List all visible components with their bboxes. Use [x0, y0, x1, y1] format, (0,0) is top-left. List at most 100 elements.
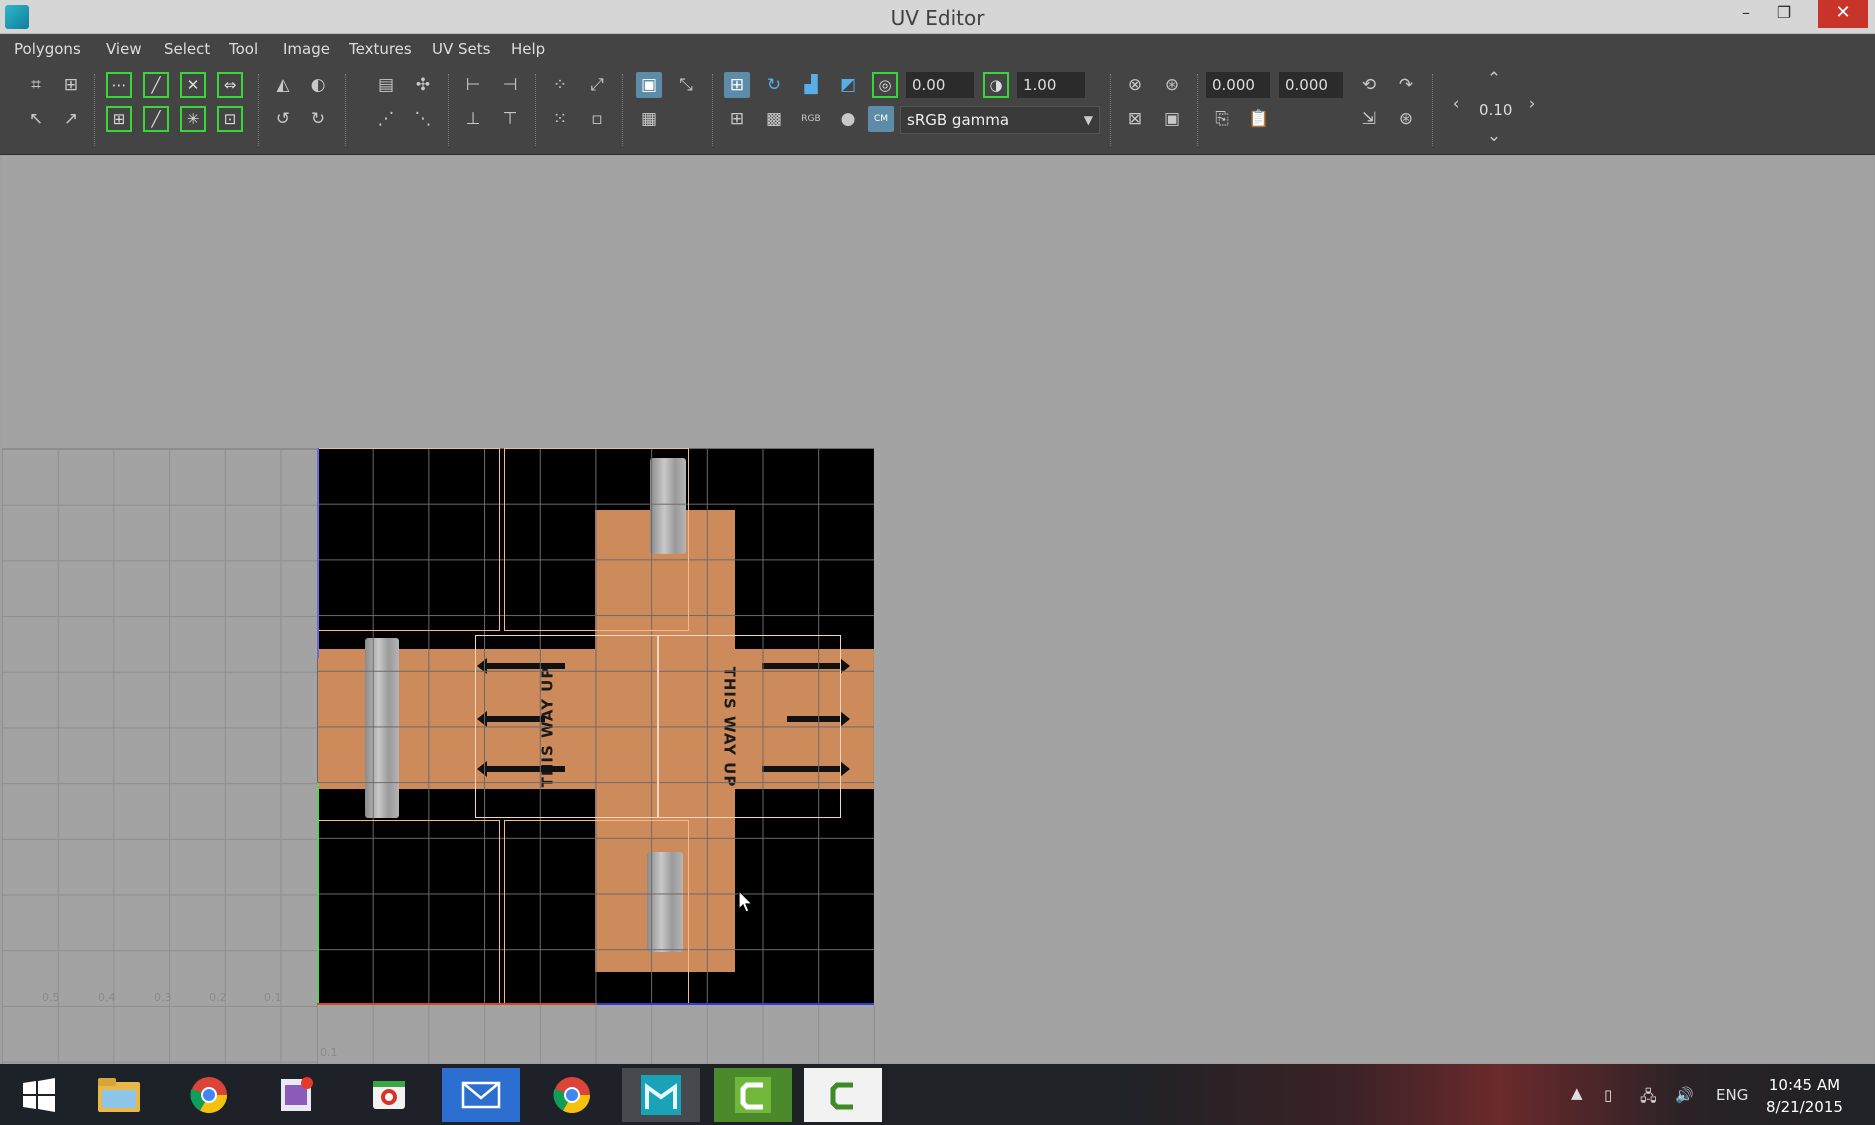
chrome-2-button[interactable]	[533, 1068, 611, 1122]
grid-toggle-icon[interactable]: ⊞	[724, 72, 750, 98]
texture-image[interactable]: THIS WAY UP THIS WAY UP	[317, 448, 874, 1005]
uv-lattice-icon[interactable]: ⌗	[23, 72, 49, 98]
uv-shell[interactable]	[658, 635, 841, 818]
menu-polygons[interactable]: Polygons	[14, 40, 81, 58]
uv-transform-icon[interactable]: ⊗	[1122, 72, 1148, 98]
step-down-icon[interactable]: ⌄	[1481, 123, 1507, 149]
rgb-channels-icon[interactable]: RGB	[798, 106, 824, 132]
uv-shell[interactable]	[317, 448, 500, 631]
select-tool-icon[interactable]: ↖	[23, 106, 49, 132]
menu-textures[interactable]: Textures	[349, 40, 412, 58]
camtasia-recorder-button[interactable]	[714, 1068, 792, 1122]
windows-start-button[interactable]	[0, 1068, 78, 1122]
close-button[interactable]: ✕	[1818, 0, 1868, 28]
u-value-field[interactable]: 0.000	[1206, 72, 1270, 98]
display-image-icon[interactable]: ▣	[636, 72, 662, 98]
network-icon[interactable]: 🖧	[1640, 1086, 1657, 1111]
step-right-icon[interactable]: ›	[1519, 91, 1545, 117]
chevron-down-icon: ▼	[1083, 113, 1093, 127]
sew-uv-icon[interactable]: ✕	[180, 72, 206, 98]
relax-icon[interactable]: ✳	[180, 106, 206, 132]
chrome-button[interactable]	[170, 1068, 248, 1122]
square-uv-icon[interactable]: ▫	[584, 106, 610, 132]
flip-u-icon[interactable]: ◭	[270, 72, 296, 98]
flip-v-icon[interactable]: ◐	[305, 72, 331, 98]
color-management-icon[interactable]: CM	[868, 106, 894, 132]
uv-shell[interactable]	[504, 820, 689, 1005]
file-explorer-button[interactable]	[80, 1068, 158, 1122]
align-right-icon[interactable]: ⊣	[497, 72, 523, 98]
scale-uv-icon[interactable]: ⤢	[584, 72, 610, 98]
language-indicator[interactable]: ENG	[1716, 1086, 1748, 1104]
volume-icon[interactable]: 🔊	[1675, 1086, 1694, 1104]
show-hidden-icons-icon[interactable]: ▲	[1571, 1084, 1583, 1102]
maya-button[interactable]	[622, 1068, 700, 1122]
move-sew-icon[interactable]: ⇔	[217, 72, 243, 98]
uv-shell[interactable]	[475, 635, 658, 818]
checker-tile-icon[interactable]: ⊞	[724, 106, 750, 132]
ratio-icon[interactable]: ↷	[1393, 72, 1419, 98]
menu-uv-sets[interactable]: UV Sets	[432, 40, 490, 58]
align-icon[interactable]: ▤	[373, 72, 399, 98]
gather-icon[interactable]: ⋱	[410, 106, 436, 132]
unpin-icon[interactable]: ⊛	[1393, 106, 1419, 132]
align-left-icon[interactable]: ⊢	[460, 72, 486, 98]
layout-icon[interactable]: ⊡	[217, 106, 243, 132]
unfold-icon[interactable]: ⊞	[106, 106, 132, 132]
camtasia-studio-button[interactable]	[804, 1068, 882, 1122]
rotate-ccw-icon[interactable]: ↺	[270, 106, 296, 132]
frame-selected-icon[interactable]: ▣	[1159, 106, 1185, 132]
copy-uv-icon[interactable]: ⎘	[1209, 106, 1235, 132]
distribute-icon[interactable]: ⋰	[373, 106, 399, 132]
isolate-icon[interactable]: ⤡	[673, 72, 699, 98]
refresh-icon[interactable]: ⟲	[1356, 72, 1382, 98]
step-left-icon[interactable]: ‹	[1443, 91, 1469, 117]
pin-icon[interactable]: ⇲	[1356, 106, 1382, 132]
step-up-icon[interactable]: ⌃	[1481, 66, 1507, 92]
menu-tool[interactable]: Tool	[229, 40, 258, 58]
maximize-button[interactable]: ❐	[1768, 0, 1800, 28]
paste-uv-icon[interactable]: 📋	[1246, 106, 1272, 132]
texture-border-icon[interactable]: ▟	[798, 72, 824, 98]
distortion-icon[interactable]: ◩	[835, 72, 861, 98]
shading-icon[interactable]: ↻	[761, 72, 787, 98]
menu-help[interactable]: Help	[511, 40, 545, 58]
exposure-field[interactable]: 0.00	[906, 72, 974, 98]
mail-button[interactable]	[442, 1068, 520, 1122]
minimize-button[interactable]: –	[1730, 0, 1762, 28]
camera-app-icon	[373, 1081, 405, 1109]
color-space-dropdown[interactable]: sRGB gamma ▼	[900, 106, 1100, 134]
shell-icon[interactable]: ⁙	[547, 106, 573, 132]
dim-image-icon[interactable]: ▦	[636, 106, 662, 132]
uv-grid-lower	[317, 1005, 875, 1064]
battery-icon[interactable]: ▯	[1604, 1086, 1612, 1104]
checker-map-icon[interactable]: ▩	[761, 106, 787, 132]
chrome-icon	[553, 1077, 590, 1114]
gamma-field[interactable]: 1.00	[1017, 72, 1085, 98]
exposure-icon[interactable]: ◎	[872, 72, 898, 98]
uv-shell[interactable]	[317, 820, 500, 1005]
snap-icon[interactable]: ⁘	[547, 72, 573, 98]
app-4-button[interactable]	[258, 1068, 336, 1122]
uv-entry-icon[interactable]: ⊛	[1159, 72, 1185, 98]
system-clock[interactable]: 10:45 AM 8/21/2015	[1766, 1074, 1843, 1118]
alpha-icon[interactable]: ●	[835, 106, 861, 132]
app-5-button[interactable]	[350, 1068, 428, 1122]
gamma-icon[interactable]: ◑	[983, 72, 1009, 98]
menu-view[interactable]: View	[106, 40, 142, 58]
uv-shell[interactable]	[504, 448, 689, 631]
uv-smudge-icon[interactable]: ⊞	[58, 72, 84, 98]
step-value[interactable]: 0.10	[1479, 101, 1512, 119]
cut-uv-icon[interactable]: ⋯	[106, 72, 132, 98]
v-value-field[interactable]: 0.000	[1279, 72, 1343, 98]
menu-image[interactable]: Image	[283, 40, 330, 58]
rotate-cw-icon[interactable]: ↻	[305, 106, 331, 132]
menu-select[interactable]: Select	[164, 40, 210, 58]
align-bottom-icon[interactable]: ⊥	[460, 106, 486, 132]
grid-uv-icon[interactable]: ✣	[410, 72, 436, 98]
align-top-icon[interactable]: ⊤	[497, 106, 523, 132]
straighten-icon[interactable]: ╱	[143, 106, 169, 132]
frame-all-icon[interactable]: ⊠	[1122, 106, 1148, 132]
move-tool-icon[interactable]: ↗	[58, 106, 84, 132]
split-uv-icon[interactable]: ╱	[143, 72, 169, 98]
